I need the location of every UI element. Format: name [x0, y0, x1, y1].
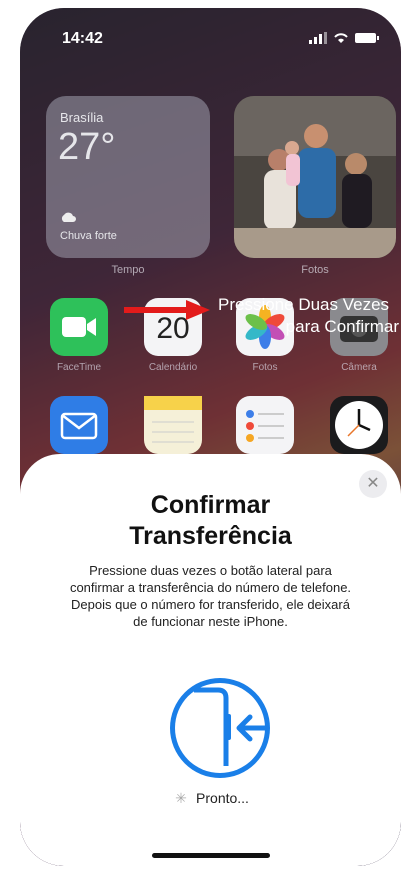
clock-app[interactable]	[330, 396, 388, 454]
double-press-hint: Pressione Duas Vezes para Confirmar	[218, 294, 399, 338]
clock: 14:42	[62, 30, 103, 47]
notes-icon	[144, 396, 202, 443]
confirm-transfer-sheet: ✕ Confirmar Transferência Pressione duas…	[20, 454, 401, 866]
sheet-title-line-1: Confirmar	[150, 491, 271, 519]
weather-widget-label: Tempo	[111, 264, 145, 276]
home-indicator[interactable]	[152, 853, 270, 858]
reminders-app[interactable]	[236, 396, 294, 454]
clock-icon	[335, 401, 383, 449]
photos-label: Fotos	[252, 362, 278, 373]
notes-app[interactable]	[144, 396, 202, 454]
calendar-label: Calendário	[148, 362, 198, 373]
status-text: Pronto...	[196, 790, 249, 806]
sheet-title-line-2: Transferência	[129, 522, 292, 550]
hint-line-1: Pressione Duas Vezes	[218, 295, 390, 314]
cloud-icon	[61, 212, 76, 222]
status-row: ✳ Pronto...	[20, 790, 401, 807]
cellular-signal-icon	[309, 32, 327, 44]
facetime-label: FaceTime	[56, 362, 102, 373]
wifi-icon	[334, 33, 348, 43]
mail-app[interactable]	[50, 396, 108, 454]
sheet-description: Pressione duas vezes o botão lateral par…	[69, 563, 352, 629]
sheet-title: Confirmar Transferência	[20, 490, 401, 552]
photo-widget-label: Fotos	[301, 264, 329, 276]
reminders-icon	[246, 410, 284, 442]
facetime-app[interactable]	[50, 298, 108, 356]
side-button-press-icon	[170, 678, 270, 778]
weather-widget[interactable]: Brasília 27° Chuva forte	[46, 96, 210, 258]
phone-screen: 14:42 Brasília 27° Chuva forte Tempo Fot…	[20, 8, 401, 866]
family-photo	[234, 96, 396, 258]
spinner-icon: ✳	[175, 790, 187, 806]
status-bar: 14:42	[20, 30, 401, 54]
weather-city: Brasília	[60, 110, 104, 125]
mail-envelope-icon	[60, 412, 98, 440]
battery-icon	[355, 33, 379, 43]
weather-temperature: 27°	[58, 126, 116, 168]
camera-label: Câmera	[341, 362, 377, 373]
hint-line-2: para Confirmar	[285, 317, 400, 336]
weather-condition: Chuva forte	[60, 230, 117, 242]
red-arrow-icon	[124, 300, 210, 320]
photo-widget[interactable]	[234, 96, 396, 258]
video-camera-icon	[62, 317, 96, 337]
